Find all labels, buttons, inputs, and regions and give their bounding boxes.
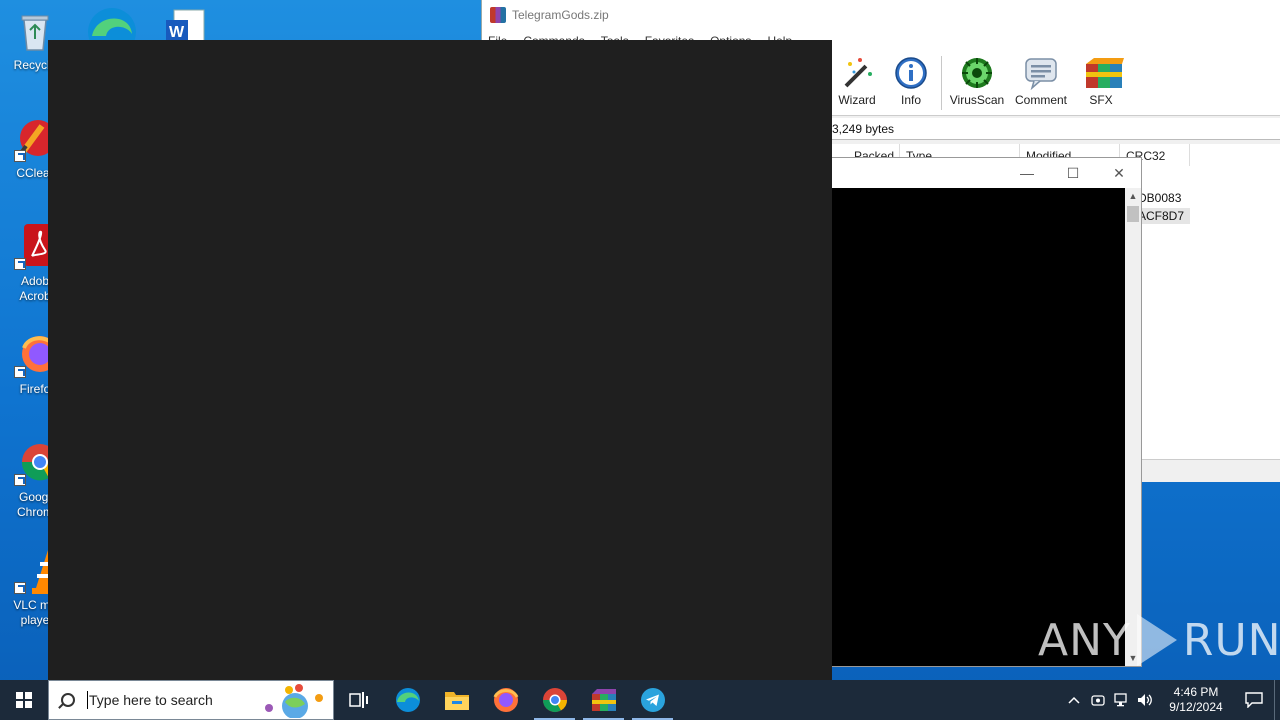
taskbar-chrome[interactable] [530, 680, 579, 720]
winrar-icon [490, 7, 506, 23]
blank-dark-window[interactable] [48, 40, 832, 680]
taskbar-task-view[interactable] [334, 680, 383, 720]
notification-icon [1245, 692, 1263, 708]
crc-value: DB0083 [1138, 191, 1182, 205]
search-placeholder: Type here to search [89, 692, 213, 708]
taskbar-file-explorer[interactable] [432, 680, 481, 720]
desktop-icon-word[interactable]: W [164, 8, 206, 40]
winrar-title-bar[interactable]: TelegramGods.zip [482, 0, 1280, 30]
desktop-icon-label: Adob Acrob [19, 274, 51, 303]
desktop-icon-edge[interactable] [86, 6, 138, 40]
security-icon [1091, 695, 1105, 706]
table-row[interactable]: ACF8D7 [1136, 208, 1190, 224]
search-icon [61, 693, 75, 707]
edge-icon [395, 688, 420, 712]
console-scrollbar[interactable]: ▲ ▼ [1125, 188, 1141, 666]
play-icon [1136, 614, 1177, 666]
svg-text:W: W [169, 24, 185, 40]
shortcut-arrow-icon [14, 258, 26, 270]
archive-size-text: 3,249 bytes [832, 122, 895, 136]
shortcut-arrow-icon [14, 474, 26, 486]
winrar-icon [591, 689, 616, 711]
word-icon: W [166, 9, 205, 40]
crc-value: ACF8D7 [1138, 209, 1185, 223]
maximize-button[interactable]: ☐ [1063, 164, 1083, 182]
show-hidden-icons-button[interactable] [1062, 680, 1086, 720]
taskbar-winrar[interactable] [579, 680, 628, 720]
text-cursor [87, 691, 88, 709]
windows-logo-icon [16, 692, 32, 708]
table-row[interactable]: DB0083 [1138, 190, 1181, 206]
taskbar: Type here to search 4:46 PM 9/12/2024 [0, 680, 1280, 720]
tray-volume[interactable] [1134, 680, 1158, 720]
toolbar-info-button[interactable]: Info [882, 56, 940, 107]
shortcut-arrow-icon [14, 582, 26, 594]
toolbar-label: Comment [1014, 93, 1067, 107]
console-window: — ☐ ✕ ▲ ▼ [830, 157, 1142, 667]
taskbar-search-box[interactable]: Type here to search [48, 680, 334, 720]
toolbar-virusscan-button[interactable]: VirusScan [948, 56, 1006, 107]
start-button[interactable] [0, 680, 48, 720]
minimize-button[interactable]: — [1017, 164, 1037, 182]
volume-icon [1138, 694, 1152, 706]
tray-network[interactable] [1110, 680, 1134, 720]
console-title-bar[interactable]: — ☐ ✕ [831, 158, 1141, 188]
virusscan-icon [960, 56, 994, 90]
network-icon [1114, 693, 1127, 707]
desktop-icon-label: Firefo [19, 382, 51, 396]
clock-time: 4:46 PM [1173, 685, 1219, 699]
toolbar-label: VirusScan [949, 93, 1005, 107]
clock-date: 9/12/2024 [1169, 700, 1223, 714]
taskbar-clock[interactable]: 4:46 PM 9/12/2024 [1158, 685, 1234, 715]
comment-icon [1024, 56, 1058, 91]
window-title: TelegramGods.zip [512, 8, 609, 22]
toolbar-wizard-button[interactable]: Wizard [828, 56, 886, 107]
tray-meet-now[interactable] [1086, 680, 1110, 720]
taskbar-telegram[interactable] [628, 680, 677, 720]
anyrun-watermark: ANY RUN [1038, 610, 1280, 670]
search-highlight-icon [265, 684, 323, 718]
taskbar-edge[interactable] [383, 680, 432, 720]
toolbar-sfx-button[interactable]: SFX [1072, 56, 1130, 107]
system-tray: 4:46 PM 9/12/2024 [1062, 680, 1280, 720]
info-icon [894, 56, 928, 90]
scroll-thumb[interactable] [1127, 206, 1139, 222]
scroll-up-icon[interactable]: ▲ [1125, 188, 1141, 204]
watermark-right: RUN [1182, 614, 1280, 666]
taskbar-firefox[interactable] [481, 680, 530, 720]
toolbar-separator [941, 56, 942, 110]
chevron-up-icon [1068, 696, 1080, 704]
edge-icon [88, 8, 136, 40]
chrome-icon [542, 688, 567, 713]
console-output[interactable] [831, 188, 1125, 666]
task-view-icon [348, 692, 368, 708]
toolbar-comment-button[interactable]: Comment [1012, 56, 1070, 107]
watermark-left: ANY [1038, 614, 1131, 666]
sfx-icon [1084, 56, 1124, 90]
close-button[interactable]: ✕ [1109, 164, 1129, 182]
show-desktop-button[interactable] [1274, 680, 1280, 720]
file-explorer-icon [444, 692, 469, 710]
wizard-icon [840, 56, 874, 90]
toolbar-label: Info [900, 93, 921, 107]
firefox-icon [493, 688, 518, 712]
notification-center-button[interactable] [1234, 680, 1274, 720]
telegram-icon [640, 688, 665, 712]
toolbar-label: SFX [1089, 93, 1113, 107]
shortcut-arrow-icon [14, 366, 26, 378]
shortcut-arrow-icon [14, 150, 26, 162]
toolbar-label: Wizard [838, 93, 876, 107]
